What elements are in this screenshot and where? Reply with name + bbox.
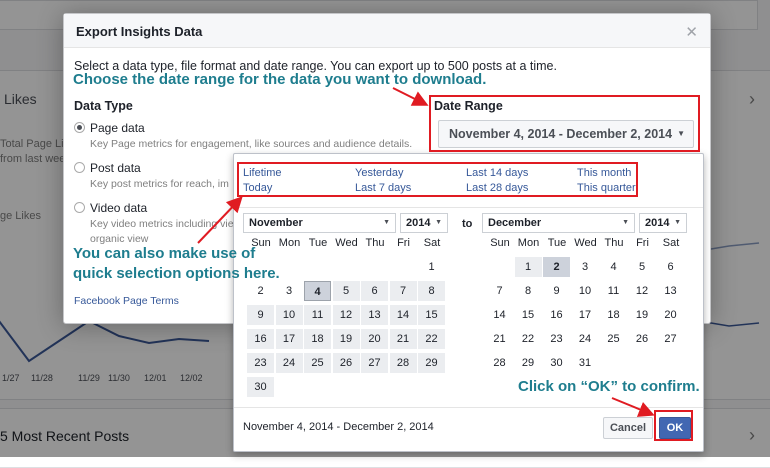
arrow-to-date-range	[392, 87, 429, 106]
arrow-to-quick-options	[197, 196, 243, 244]
annotation-arrows	[197, 87, 655, 417]
arrow-to-ok	[611, 397, 655, 417]
